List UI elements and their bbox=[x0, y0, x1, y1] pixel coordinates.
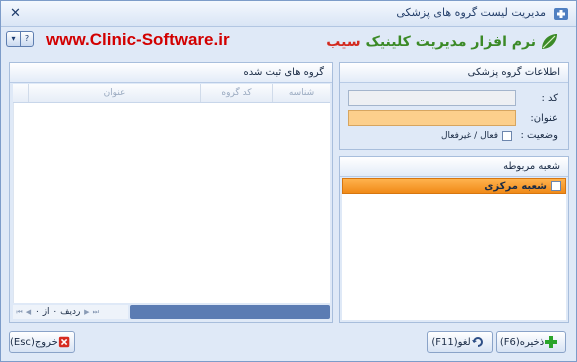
header-bar: ▾ ? www.Clinic-Software.ir نرم افزار مدی… bbox=[1, 27, 576, 57]
grid-body[interactable] bbox=[13, 103, 330, 303]
column-group-code[interactable]: کد گروه bbox=[200, 84, 272, 102]
window-title: مدیریت لیست گروه های پزشکی bbox=[396, 6, 546, 19]
last-record-icon[interactable]: ⏭ bbox=[91, 306, 100, 318]
prev-record-icon[interactable]: ◀ bbox=[24, 306, 33, 318]
group-info-panel: اطلاعات گروه پزشکی کد : عنوان: وضعیت : ف… bbox=[339, 62, 569, 150]
branch-panel: شعبه مربوطه شعبه مرکزی bbox=[339, 156, 569, 323]
horizontal-scrollbar[interactable] bbox=[130, 305, 330, 319]
record-position: ردیف ۰ از ۰ bbox=[35, 307, 81, 317]
branch-checkbox[interactable] bbox=[551, 181, 561, 191]
site-url: www.Clinic-Software.ir bbox=[46, 30, 230, 49]
status-checkbox[interactable] bbox=[502, 130, 512, 141]
medical-group-icon bbox=[554, 8, 568, 20]
dropdown-icon[interactable]: ▾ bbox=[6, 31, 20, 47]
status-label: وضعیت : bbox=[520, 130, 558, 141]
grid-panel-title: گروه های ثبت شده bbox=[10, 63, 332, 83]
logo-accent: سیب bbox=[326, 34, 361, 50]
exit-label: خروج(Esc) bbox=[10, 336, 58, 348]
close-x-icon bbox=[58, 336, 70, 348]
column-id[interactable]: شناسه bbox=[272, 84, 330, 102]
branch-panel-title: شعبه مربوطه bbox=[340, 157, 568, 177]
close-icon[interactable]: ✕ bbox=[7, 5, 24, 22]
exit-button[interactable]: خروج(Esc) bbox=[9, 331, 75, 353]
next-record-icon[interactable]: ▶ bbox=[82, 306, 91, 318]
main-window: ✕ مدیریت لیست گروه های پزشکی ▾ ? www.Cli… bbox=[0, 0, 577, 362]
apple-leaf-icon bbox=[542, 34, 557, 49]
branch-label: شعبه مرکزی bbox=[484, 180, 547, 192]
info-panel-title: اطلاعات گروه پزشکی bbox=[340, 63, 568, 83]
status-checkbox-label: فعال / غیرفعال bbox=[441, 130, 498, 141]
code-label: کد : bbox=[541, 92, 558, 104]
title-bar: ✕ مدیریت لیست گروه های پزشکی bbox=[1, 1, 576, 27]
save-button[interactable]: ذخیره(F6) bbox=[496, 331, 566, 353]
first-record-icon[interactable]: ⏮ bbox=[15, 306, 24, 318]
logo-text: نرم افزار مدیریت کلینیک سیب bbox=[326, 34, 536, 50]
code-row: کد : bbox=[348, 90, 558, 106]
record-navigator: ⏮ ◀ ردیف ۰ از ۰ ▶ ⏭ bbox=[13, 304, 330, 320]
list-item[interactable]: شعبه مرکزی bbox=[342, 178, 566, 194]
title-field[interactable] bbox=[348, 110, 516, 126]
navigator-buttons: ⏮ ◀ ردیف ۰ از ۰ ▶ ⏭ bbox=[13, 305, 128, 319]
plus-icon bbox=[545, 336, 558, 348]
header-tools: ▾ ? bbox=[6, 31, 34, 47]
grid-header: شناسه کد گروه عنوان bbox=[13, 84, 330, 103]
logo: نرم افزار مدیریت کلینیک سیب bbox=[326, 31, 560, 53]
code-field[interactable] bbox=[348, 90, 516, 106]
groups-grid-panel: گروه های ثبت شده شناسه کد گروه عنوان ⏮ ◀… bbox=[9, 62, 333, 323]
undo-label: لغو(F11) bbox=[431, 336, 471, 348]
status-row: وضعیت : فعال / غیرفعال bbox=[441, 130, 558, 141]
help-icon[interactable]: ? bbox=[20, 31, 34, 47]
column-indicator bbox=[13, 84, 28, 102]
title-row: عنوان: bbox=[348, 110, 558, 126]
undo-button[interactable]: لغو(F11) bbox=[427, 331, 493, 353]
save-label: ذخیره(F6) bbox=[499, 336, 545, 348]
title-label: عنوان: bbox=[530, 112, 558, 124]
branch-list: شعبه مرکزی bbox=[342, 178, 566, 320]
undo-arrow-icon bbox=[471, 337, 483, 347]
column-title[interactable]: عنوان bbox=[28, 84, 200, 102]
